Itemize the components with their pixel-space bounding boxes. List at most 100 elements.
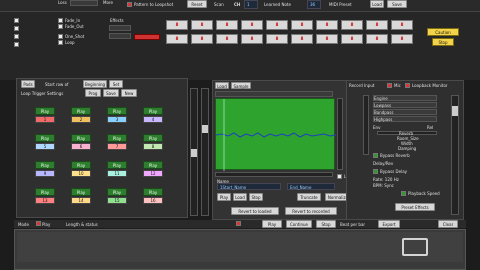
caution-button[interactable]: Caution [427, 28, 459, 36]
effects-slot-1[interactable] [109, 25, 131, 31]
toggle-a-checkbox[interactable] [14, 18, 19, 23]
set-button[interactable]: Set [109, 80, 123, 88]
pad-play-button[interactable]: Play [71, 107, 91, 115]
fx-item-bandpass[interactable]: Bandpass [373, 109, 437, 115]
loop-wave-checkbox[interactable] [337, 174, 342, 179]
pad-play-button[interactable]: Play [35, 188, 55, 196]
sequencer-area[interactable] [14, 229, 466, 270]
pad-play-button[interactable]: Play [143, 134, 163, 142]
export-button[interactable]: Export [378, 220, 400, 228]
fade-out-label: Fade_Out [65, 24, 84, 29]
one-shot-checkbox[interactable] [58, 34, 63, 39]
wave-stop-button[interactable]: Stop [249, 193, 263, 201]
damping-label: Damping [398, 146, 417, 151]
transport-play-label: Play [42, 222, 51, 227]
segment-digit: 8 [291, 20, 313, 30]
pad-play-button[interactable]: Play [107, 188, 127, 196]
tab-sample[interactable]: Sample [231, 82, 251, 89]
fx-item-engine[interactable]: Engine [373, 95, 437, 101]
reset-button[interactable]: Reset [187, 0, 207, 8]
midi-save-button[interactable]: Save [387, 0, 407, 8]
pad-number: 7 [107, 143, 127, 150]
transport-play-checkbox[interactable] [36, 221, 41, 226]
pad-play-button[interactable]: Play [71, 161, 91, 169]
transport-play-button[interactable]: Play [262, 220, 282, 228]
volume-slider-thumb[interactable] [191, 149, 197, 157]
wave-play-button[interactable]: Play [217, 193, 231, 201]
pad-play-button[interactable]: Play [35, 134, 55, 142]
pads-panel: Pads Start row of Beginning Set Loop Tri… [16, 78, 188, 218]
fade-out-checkbox[interactable] [58, 24, 63, 29]
pad-number: 4 [143, 116, 163, 123]
pad-play-button[interactable]: Play [143, 188, 163, 196]
pad-play-button[interactable]: Play [35, 107, 55, 115]
bypass-reverb-checkbox[interactable] [373, 153, 378, 158]
pad-number: 3 [107, 116, 127, 123]
new-pads-button[interactable]: New [121, 89, 137, 97]
fx-mix-slider[interactable] [451, 95, 459, 215]
revert-recorded-button[interactable]: Revert to recorded [285, 207, 337, 215]
start-name-field[interactable]: 1Start_Name [217, 183, 281, 190]
effects-slot-3[interactable] [134, 34, 160, 40]
rate-label: Rate: 120 Hz [373, 177, 399, 182]
settings-area: Fade_In Fade_Out One_Shot Loop Effects 8… [0, 12, 480, 80]
mic-checkbox[interactable] [387, 83, 392, 88]
loss-select[interactable] [70, 0, 98, 6]
effects-slot-2[interactable] [109, 33, 131, 39]
tab-load[interactable]: Load [215, 82, 229, 89]
pattern-checkbox[interactable] [127, 2, 132, 7]
pad-play-button[interactable]: Play [71, 134, 91, 142]
end-name-field[interactable]: End_Name [287, 183, 335, 190]
transport-stop-button[interactable]: Stop [316, 220, 336, 228]
clear-button[interactable]: Clear [438, 220, 458, 228]
waveform-svg [216, 99, 336, 171]
preset-effects-button[interactable]: Preset Effects [395, 203, 435, 211]
wave-zoom-slider[interactable] [337, 98, 343, 170]
pad-play-button[interactable]: Play [107, 107, 127, 115]
fx-mix-thumb[interactable] [452, 106, 458, 116]
fx-item-bandpass-label: Bandpass [374, 110, 394, 115]
pad-play-button[interactable]: Play [143, 161, 163, 169]
segment-digit: 8 [166, 34, 188, 44]
revert-loaded-button[interactable]: Revert to loaded [231, 207, 279, 215]
pattern-label: Pattern to Loopshot [134, 2, 174, 7]
loop-checkbox[interactable] [58, 40, 63, 45]
pitch-slider[interactable] [201, 88, 209, 216]
pad-play-button[interactable]: Play [35, 161, 55, 169]
playback-speed-checkbox[interactable] [401, 191, 406, 196]
loopback-checkbox[interactable] [405, 83, 410, 88]
fade-in-label: Fade_In [65, 18, 81, 23]
toggle-d-checkbox[interactable] [14, 42, 19, 47]
fade-in-checkbox[interactable] [58, 18, 63, 23]
fx-item-highpass[interactable]: Highpass [373, 116, 437, 122]
fx-gain-slider[interactable] [363, 95, 369, 155]
bypass-delay-checkbox[interactable] [373, 169, 378, 174]
pad-play-button[interactable]: Play [107, 161, 127, 169]
segment-digit: 8 [191, 20, 213, 30]
pad-play-button[interactable]: Play [107, 134, 127, 142]
continue-button[interactable]: Continue [286, 220, 312, 228]
save-pads-button[interactable]: Save [103, 89, 119, 97]
segment-digit: 8 [166, 20, 188, 30]
pitch-slider-thumb[interactable] [202, 125, 208, 133]
ch-value[interactable]: 1 [244, 0, 258, 9]
start-row-select[interactable]: Beginning [83, 80, 107, 88]
tab-pads[interactable]: Pads [21, 80, 35, 88]
toggle-c-checkbox[interactable] [14, 34, 19, 39]
transport-rec-checkbox[interactable] [236, 221, 241, 226]
toggle-b-checkbox[interactable] [14, 26, 19, 31]
volume-slider[interactable] [190, 88, 198, 216]
fx-item-lowpass[interactable]: Lowpass [373, 102, 437, 108]
prog-button[interactable]: Prog [85, 89, 101, 97]
position-slider[interactable] [215, 172, 333, 177]
pad-play-button[interactable]: Play [143, 107, 163, 115]
truncate-button[interactable]: Truncate [297, 193, 321, 201]
pad-number: 5 [35, 143, 55, 150]
segment-digit: 8 [266, 20, 288, 30]
pad-play-button[interactable]: Play [71, 188, 91, 196]
learned-note-value[interactable]: 36 [307, 0, 321, 9]
midi-load-button[interactable]: Load [370, 0, 384, 8]
waveform-view[interactable] [215, 98, 336, 171]
wave-load-button[interactable]: Load [233, 193, 247, 201]
stop-button[interactable]: Stop [432, 38, 454, 46]
